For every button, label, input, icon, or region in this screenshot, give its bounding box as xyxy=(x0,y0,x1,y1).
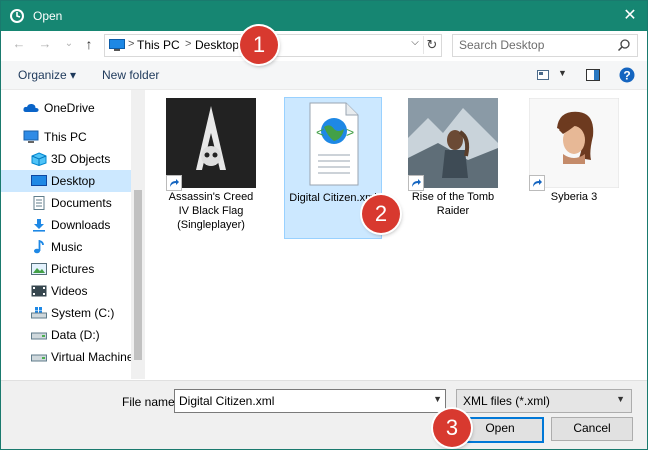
window-title: Open xyxy=(33,9,63,23)
nav-label: Documents xyxy=(51,196,112,210)
file-type-select[interactable]: XML files (*.xml) ▼ xyxy=(456,389,632,413)
nav-label: OneDrive xyxy=(44,101,95,115)
nav-item-desktop[interactable]: Desktop xyxy=(1,170,131,192)
nav-label: System (C:) xyxy=(51,306,115,320)
nav-item-3d-objects[interactable]: 3D Objects xyxy=(1,148,131,170)
shortcut-arrow-icon xyxy=(529,175,545,191)
3d-objects-icon xyxy=(31,152,47,166)
svg-text:<: < xyxy=(316,124,324,140)
navigation-scrollbar[interactable] xyxy=(131,90,145,379)
up-button[interactable]: ↑ xyxy=(79,34,99,54)
svg-text:>: > xyxy=(346,124,354,140)
documents-icon xyxy=(33,196,45,210)
forward-button[interactable]: → xyxy=(35,34,55,54)
nav-label: This PC xyxy=(44,130,87,144)
nav-item-videos[interactable]: Videos xyxy=(1,280,131,302)
nav-item-this-pc[interactable]: This PC xyxy=(1,126,131,148)
cancel-button[interactable]: Cancel xyxy=(551,417,633,441)
shortcut-arrow-icon xyxy=(166,175,182,191)
nav-label: Music xyxy=(51,240,83,254)
nav-label: Virtual Machines xyxy=(51,350,131,364)
nav-label: Pictures xyxy=(51,262,95,276)
breadcrumb-separator: > xyxy=(185,38,192,50)
search-icon xyxy=(617,39,630,52)
cloud-icon xyxy=(23,103,39,112)
breadcrumb-desktop[interactable]: Desktop xyxy=(195,38,239,52)
windows-drive-icon xyxy=(31,307,47,319)
nav-label: Data (D:) xyxy=(51,328,100,342)
file-item-rise-of-the-tomb-raider[interactable]: Rise of the Tomb Raider xyxy=(405,97,501,237)
navigation-pane: OneDrive This PC 3D Objects Desktop Docu… xyxy=(1,90,131,379)
callout-1: 1 xyxy=(240,26,278,64)
svg-text:?: ? xyxy=(623,69,630,83)
pictures-icon xyxy=(31,263,47,275)
file-name: Rise of the Tomb Raider xyxy=(411,191,495,217)
nav-item-music[interactable]: Music xyxy=(1,236,131,258)
downloads-icon xyxy=(33,219,45,232)
breadcrumb-this-pc[interactable]: This PC xyxy=(137,38,180,52)
back-button[interactable]: ← xyxy=(9,34,29,54)
nav-item-virtual-machines[interactable]: Virtual Machines xyxy=(1,346,131,368)
videos-icon xyxy=(31,285,47,297)
nav-item-downloads[interactable]: Downloads xyxy=(1,214,131,236)
file-list: Assassin's Creed IV Black Flag (Singlepl… xyxy=(146,90,647,379)
music-icon xyxy=(34,240,44,254)
desktop-icon xyxy=(31,175,47,186)
computer-icon xyxy=(109,39,125,51)
file-type-dropdown-icon: ▼ xyxy=(616,394,625,404)
scrollbar-thumb[interactable] xyxy=(134,190,142,360)
refresh-button[interactable]: ↻ xyxy=(423,36,440,54)
nav-item-onedrive[interactable]: OneDrive xyxy=(1,97,131,119)
search-input[interactable]: Search Desktop xyxy=(452,34,638,57)
nav-item-pictures[interactable]: Pictures xyxy=(1,258,131,280)
nav-item-system-c[interactable]: System (C:) xyxy=(1,302,131,324)
nav-item-documents[interactable]: Documents xyxy=(1,192,131,214)
nav-label: Downloads xyxy=(51,218,111,232)
organize-button[interactable]: Organize ▾ xyxy=(18,68,76,82)
file-item-syberia-3[interactable]: Syberia 3 xyxy=(526,97,622,237)
callout-2: 2 xyxy=(362,195,400,233)
file-name-value: Digital Citizen.xml xyxy=(179,394,275,408)
computer-icon xyxy=(23,130,39,143)
open-dialog: Open ✕ ← → ⌄ ↑ > This PC > Desktop ⌵ ↻ S… xyxy=(0,0,648,450)
drive-icon xyxy=(31,332,47,340)
nav-label: 3D Objects xyxy=(51,152,111,166)
view-dropdown-icon[interactable]: ▼ xyxy=(558,68,567,78)
file-name-input[interactable]: Digital Citizen.xml ▼ xyxy=(174,389,446,413)
file-name-dropdown-icon[interactable]: ▼ xyxy=(433,394,442,404)
help-icon[interactable]: ? xyxy=(619,67,635,83)
shortcut-arrow-icon xyxy=(408,175,424,191)
file-name: Syberia 3 xyxy=(550,191,598,203)
recent-locations-button[interactable]: ⌄ xyxy=(59,34,79,54)
new-folder-button[interactable]: New folder xyxy=(102,68,159,82)
close-button[interactable]: ✕ xyxy=(613,1,647,31)
nav-item-data-d[interactable]: Data (D:) xyxy=(1,324,131,346)
file-type-value: XML files (*.xml) xyxy=(463,394,550,408)
search-placeholder: Search Desktop xyxy=(459,38,545,52)
file-name-label: File name: xyxy=(122,395,179,409)
change-view-icon[interactable] xyxy=(537,70,549,80)
preview-pane-icon[interactable] xyxy=(586,69,600,81)
command-toolbar: Organize ▾ New folder ▼ ? xyxy=(1,61,647,90)
callout-3: 3 xyxy=(433,409,471,447)
nav-label: Videos xyxy=(51,284,88,298)
app-icon xyxy=(10,9,24,23)
dialog-footer: File name: Digital Citizen.xml ▼ XML fil… xyxy=(1,380,647,449)
file-name: Assassin's Creed IV Black Flag (Singlepl… xyxy=(168,191,254,231)
file-item-assassins-creed[interactable]: Assassin's Creed IV Black Flag (Singlepl… xyxy=(163,97,259,237)
nav-label: Desktop xyxy=(51,174,96,188)
drive-icon xyxy=(31,354,47,362)
title-bar: Open ✕ xyxy=(1,1,647,31)
address-dropdown-icon[interactable]: ⌵ xyxy=(408,37,422,48)
xml-file-icon: < > xyxy=(309,102,359,186)
breadcrumb-separator: > xyxy=(128,38,135,50)
